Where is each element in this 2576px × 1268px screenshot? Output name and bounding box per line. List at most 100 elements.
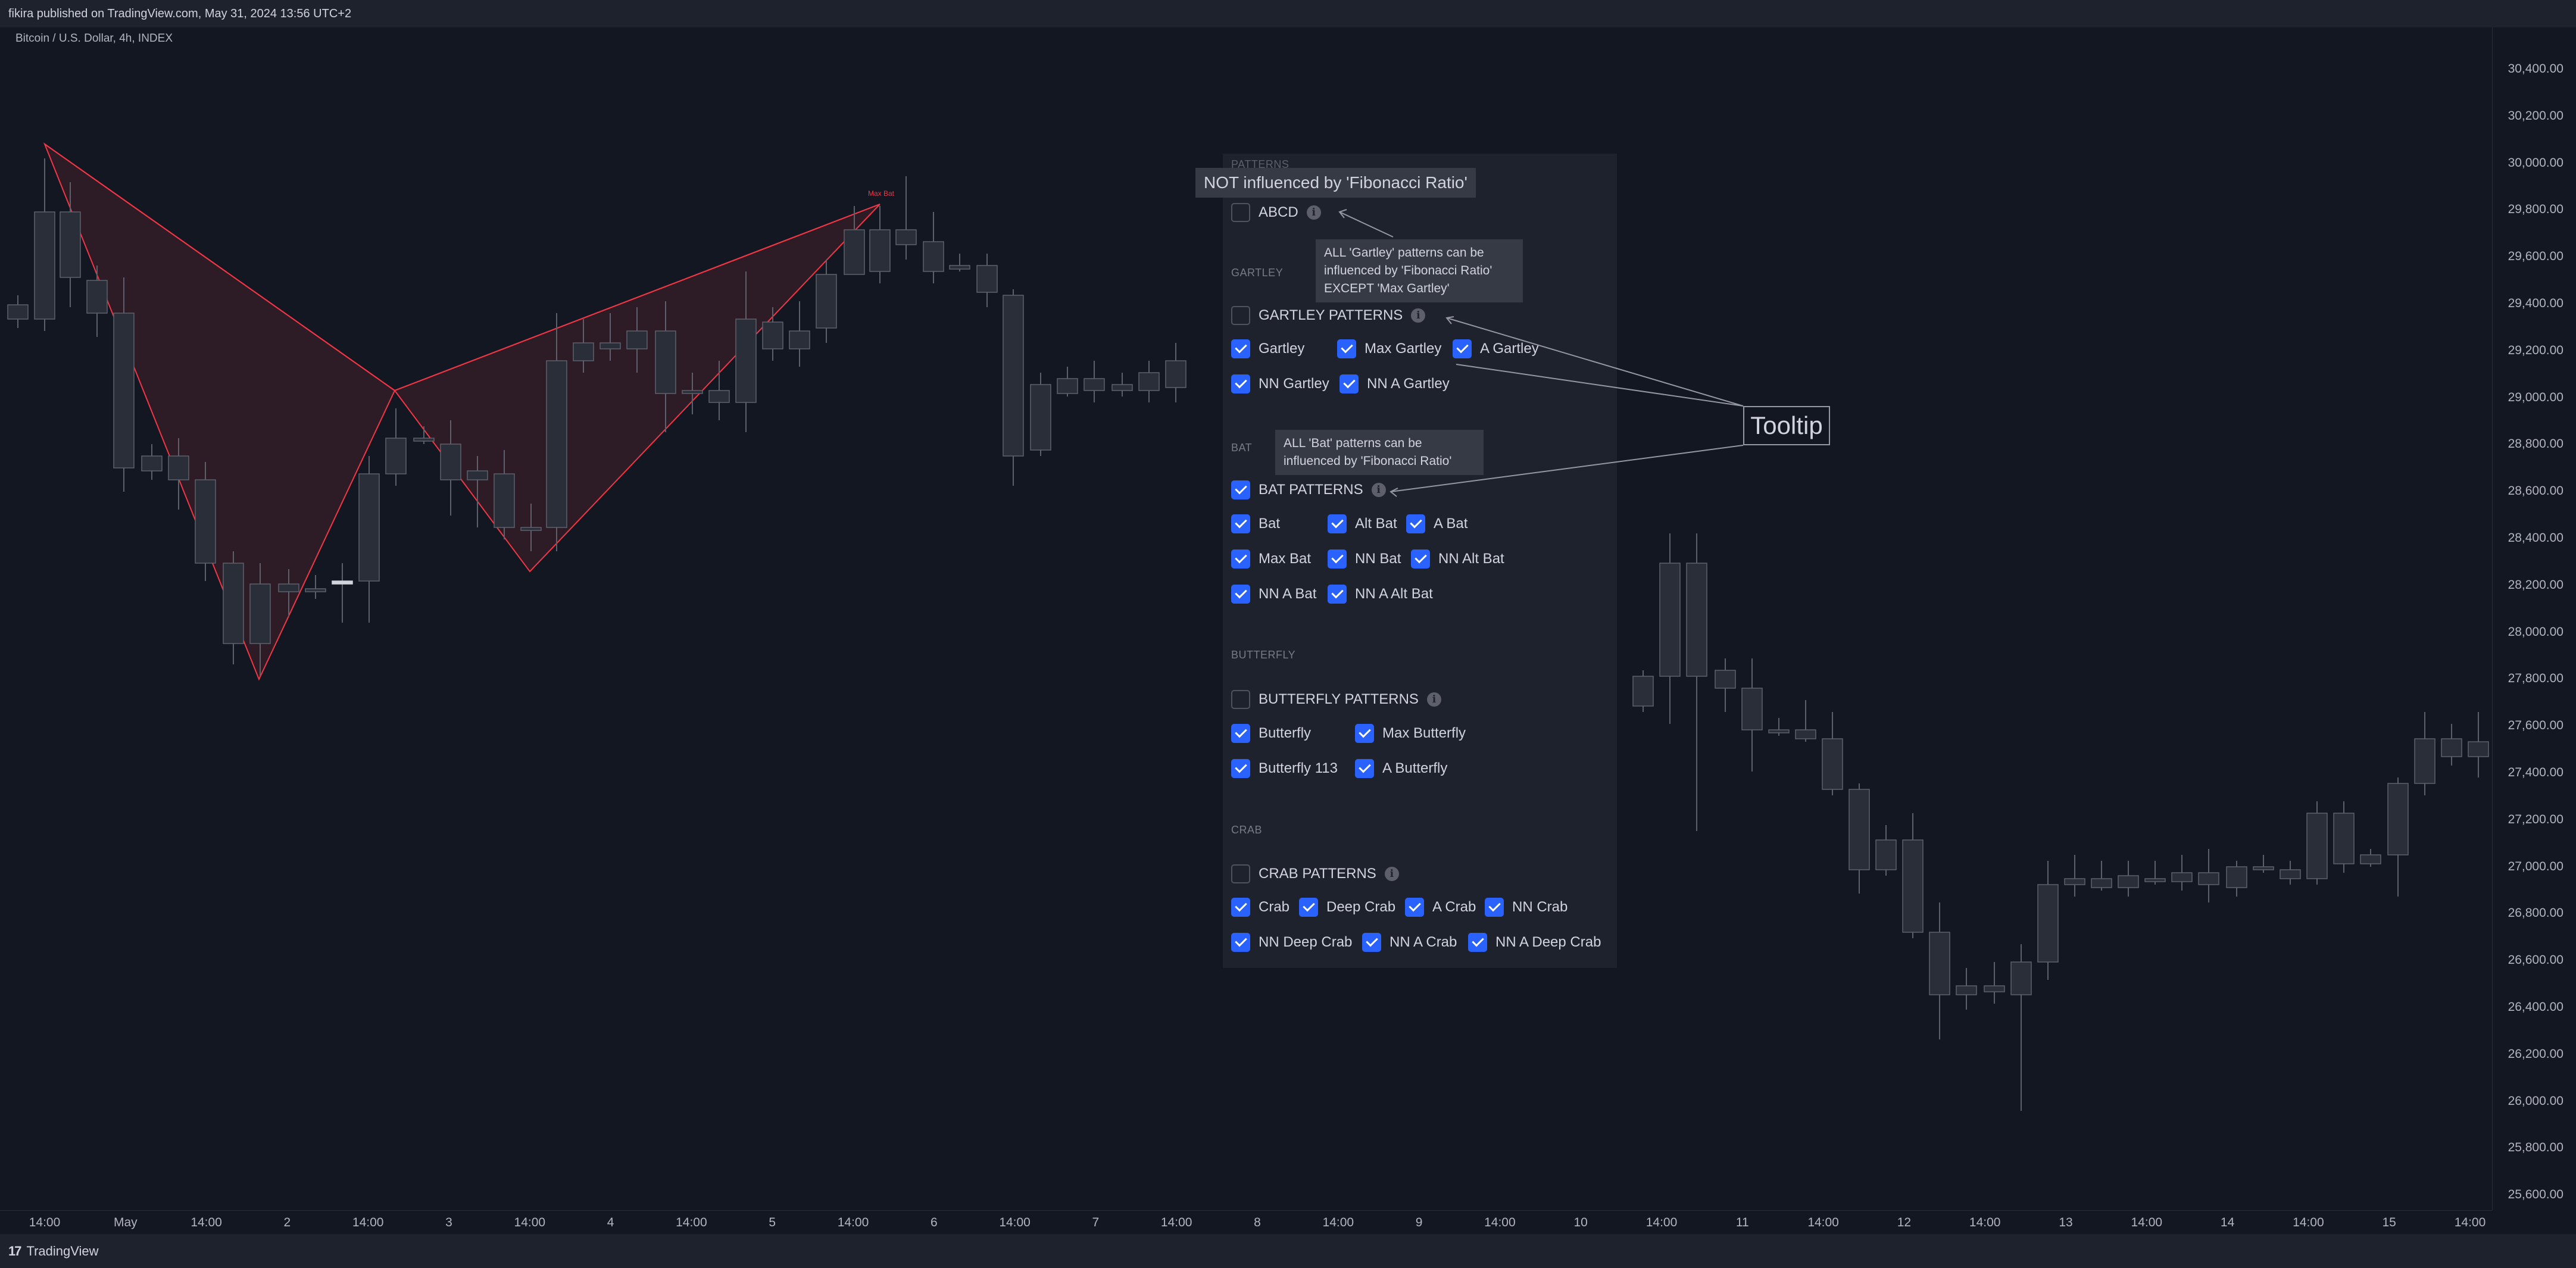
option-nn-a-gartley[interactable]: NN A Gartley xyxy=(1339,374,1450,393)
checkbox[interactable] xyxy=(1485,898,1504,917)
checkbox[interactable] xyxy=(1328,549,1347,569)
crab-patterns-row[interactable]: CRAB PATTERNS i xyxy=(1231,863,1399,885)
option-label: A Gartley xyxy=(1480,341,1539,357)
crab-patterns-checkbox[interactable] xyxy=(1231,864,1250,883)
bat-patterns-row[interactable]: BAT PATTERNS i xyxy=(1231,479,1386,501)
checkbox[interactable] xyxy=(1328,514,1347,533)
option-nn-a-deep-crab[interactable]: NN A Deep Crab xyxy=(1468,933,1601,952)
option-label: Butterfly xyxy=(1259,725,1312,741)
checkbox[interactable] xyxy=(1411,549,1430,569)
candle-body xyxy=(2360,854,2381,864)
option-max-gartley[interactable]: Max Gartley xyxy=(1337,339,1441,358)
checkbox[interactable] xyxy=(1231,339,1250,358)
time-tick: 6 xyxy=(930,1216,938,1229)
checkbox[interactable] xyxy=(1355,759,1374,778)
price-tick: 27,000.00 xyxy=(2508,859,2563,873)
abcd-checkbox[interactable] xyxy=(1231,203,1250,222)
option-a-bat[interactable]: A Bat xyxy=(1406,514,1467,533)
checkbox[interactable] xyxy=(1328,585,1347,604)
candle-body xyxy=(1084,378,1105,391)
info-icon[interactable]: i xyxy=(1426,692,1441,707)
option-nn-alt-bat[interactable]: NN Alt Bat xyxy=(1411,549,1504,569)
candle-body xyxy=(976,265,998,293)
option-max-bat[interactable]: Max Bat xyxy=(1231,549,1311,569)
checkbox[interactable] xyxy=(1231,585,1250,604)
option-nn-crab[interactable]: NN Crab xyxy=(1485,898,1568,917)
bat-patterns-checkbox[interactable] xyxy=(1231,480,1250,499)
option-a-crab[interactable]: A Crab xyxy=(1405,898,1476,917)
time-tick: 14:00 xyxy=(2131,1216,2163,1229)
checkbox[interactable] xyxy=(1231,933,1250,952)
candle-body xyxy=(2198,872,2219,885)
footer-brand[interactable]: TradingView xyxy=(26,1244,98,1259)
checkbox[interactable] xyxy=(1337,339,1356,358)
time-tick: 9 xyxy=(1415,1216,1423,1229)
symbol-title: Bitcoin / U.S. Dollar, 4h, INDEX xyxy=(15,32,173,45)
option-gartley[interactable]: Gartley xyxy=(1231,339,1304,358)
price-axis[interactable]: 30,400.00 30,200.00 30,000.00 29,800.00 29,6… xyxy=(2492,27,2576,1210)
candle-body xyxy=(2333,813,2355,864)
candle-body xyxy=(1822,738,1843,790)
section-crab: CRAB xyxy=(1231,824,1263,836)
candle-body xyxy=(1849,789,1870,870)
checkbox[interactable] xyxy=(1231,759,1250,778)
info-icon[interactable]: i xyxy=(1411,308,1426,323)
info-icon[interactable]: i xyxy=(1306,205,1321,220)
butterfly-patterns-checkbox[interactable] xyxy=(1231,690,1250,709)
option-nn-deep-crab[interactable]: NN Deep Crab xyxy=(1231,933,1352,952)
info-icon[interactable]: i xyxy=(1384,867,1399,881)
tradingview-logo-icon[interactable]: 17 xyxy=(8,1244,22,1259)
info-icon[interactable]: i xyxy=(1371,483,1386,497)
option-nn-a-crab[interactable]: NN A Crab xyxy=(1362,933,1457,952)
time-tick: 11 xyxy=(1735,1216,1749,1229)
option-nn-gartley[interactable]: NN Gartley xyxy=(1231,374,1329,393)
abcd-row[interactable]: ABCD i xyxy=(1231,201,1321,224)
candle-body xyxy=(546,360,567,528)
candle-body xyxy=(816,274,837,329)
checkbox[interactable] xyxy=(1231,374,1250,393)
checkbox[interactable] xyxy=(1231,514,1250,533)
option-a-butterfly[interactable]: A Butterfly xyxy=(1355,759,1447,778)
candle-body xyxy=(1956,985,1977,995)
price-tick: 26,000.00 xyxy=(2508,1094,2563,1108)
candle-body xyxy=(1165,360,1186,388)
checkbox[interactable] xyxy=(1231,898,1250,917)
tooltip-line: ALL 'Bat' patterns can be xyxy=(1284,436,1422,450)
time-tick: 14:00 xyxy=(514,1216,546,1229)
checkbox[interactable] xyxy=(1453,339,1472,358)
time-tick: 14:00 xyxy=(837,1216,869,1229)
checkbox[interactable] xyxy=(1355,724,1374,743)
time-tick: 10 xyxy=(1573,1216,1588,1229)
checkbox[interactable] xyxy=(1299,898,1318,917)
option-butterfly[interactable]: Butterfly xyxy=(1231,724,1311,743)
option-alt-bat[interactable]: Alt Bat xyxy=(1328,514,1397,533)
candle-body xyxy=(2091,878,2112,888)
candle-body xyxy=(1057,378,1078,394)
checkbox[interactable] xyxy=(1339,374,1359,393)
candle-body xyxy=(789,330,810,349)
time-axis[interactable]: 14:00 May 14:00 2 14:00 3 14:00 4 14:00 5 14:00 6 14… xyxy=(0,1210,2492,1235)
butterfly-patterns-row[interactable]: BUTTERFLY PATTERNS i xyxy=(1231,688,1441,711)
checkbox[interactable] xyxy=(1405,898,1424,917)
checkbox[interactable] xyxy=(1231,549,1250,569)
checkbox[interactable] xyxy=(1362,933,1381,952)
checkbox[interactable] xyxy=(1406,514,1425,533)
option-a-gartley[interactable]: A Gartley xyxy=(1453,339,1539,358)
option-nn-a-alt-bat[interactable]: NN A Alt Bat xyxy=(1328,585,1433,604)
option-nn-a-bat[interactable]: NN A Bat xyxy=(1231,585,1316,604)
option-label: A Crab xyxy=(1432,899,1476,915)
option-crab[interactable]: Crab xyxy=(1231,898,1289,917)
candle-body xyxy=(385,438,407,474)
option-deep-crab[interactable]: Deep Crab xyxy=(1299,898,1395,917)
option-max-butterfly[interactable]: Max Butterfly xyxy=(1355,724,1466,743)
option-butterfly-113[interactable]: Butterfly 113 xyxy=(1231,759,1338,778)
option-bat[interactable]: Bat xyxy=(1231,514,1280,533)
option-label: Gartley xyxy=(1259,341,1305,357)
checkbox[interactable] xyxy=(1468,933,1487,952)
gartley-patterns-row[interactable]: GARTLEY PATTERNS i xyxy=(1231,304,1426,327)
price-tick: 27,600.00 xyxy=(2508,719,2563,733)
price-tick: 27,400.00 xyxy=(2508,766,2563,779)
checkbox[interactable] xyxy=(1231,724,1250,743)
option-nn-bat[interactable]: NN Bat xyxy=(1328,549,1401,569)
gartley-patterns-checkbox[interactable] xyxy=(1231,306,1250,325)
